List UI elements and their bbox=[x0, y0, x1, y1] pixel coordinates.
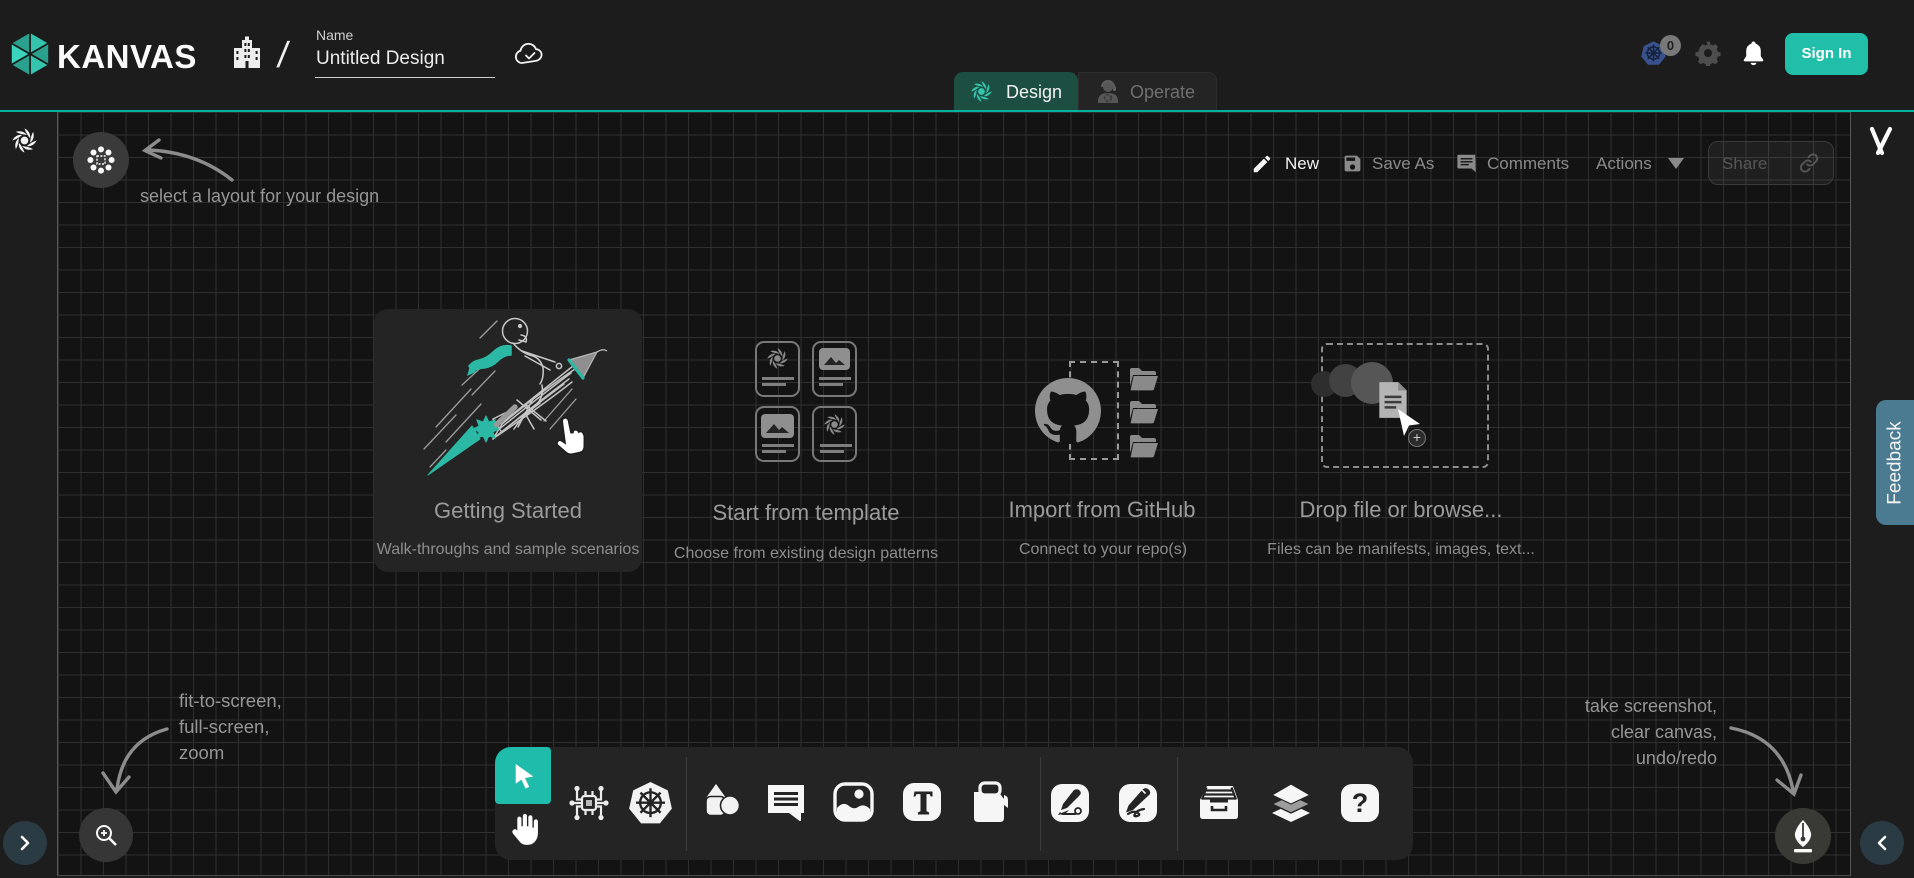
svg-text:?: ? bbox=[1352, 788, 1369, 818]
